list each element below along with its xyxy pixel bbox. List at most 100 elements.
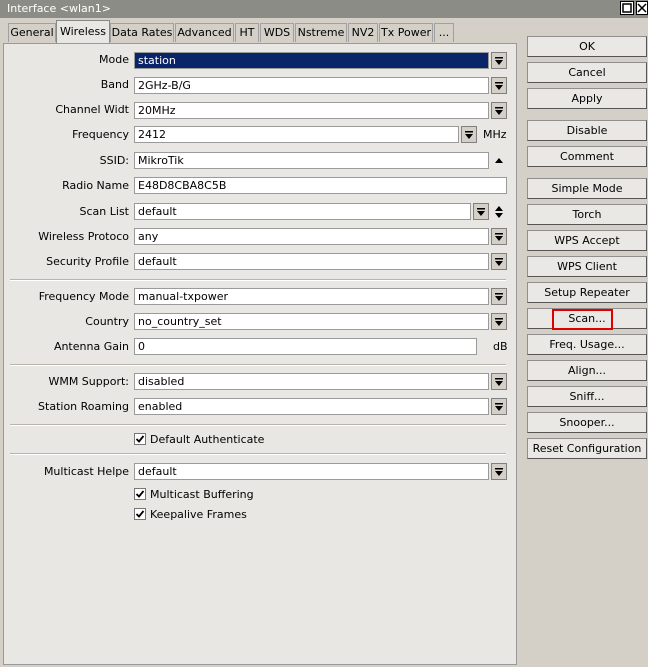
wps-accept-button[interactable]: WPS Accept bbox=[527, 230, 647, 251]
country-label: Country bbox=[85, 315, 129, 328]
dropdown-arrow-icon bbox=[495, 402, 503, 411]
mode-select[interactable]: station bbox=[134, 52, 489, 69]
tab-nstreme[interactable]: Nstreme bbox=[295, 23, 347, 42]
multicast-helper-dropdown-button[interactable] bbox=[491, 463, 507, 480]
dropdown-arrow-icon bbox=[495, 232, 503, 241]
multicast-helper-label: Multicast Helpe bbox=[43, 465, 129, 478]
freq-usage-button[interactable]: Freq. Usage... bbox=[527, 334, 647, 355]
frequency-mode-select[interactable]: manual-txpower bbox=[134, 288, 489, 305]
wmm-support-select[interactable]: disabled bbox=[134, 373, 489, 390]
ssid-input[interactable]: MikroTik bbox=[134, 152, 489, 169]
station-roaming-select[interactable]: enabled bbox=[134, 398, 489, 415]
frequency-label: Frequency bbox=[72, 128, 129, 141]
updown-arrows-icon bbox=[495, 205, 503, 218]
multicast-buffering-label: Multicast Buffering bbox=[150, 487, 254, 501]
band-label: Band bbox=[100, 78, 129, 91]
ssid-collapse-button[interactable] bbox=[493, 152, 505, 169]
station-roaming-dropdown-button[interactable] bbox=[491, 398, 507, 415]
separator bbox=[10, 424, 506, 426]
tab-wireless[interactable]: Wireless bbox=[56, 20, 110, 43]
country-dropdown-button[interactable] bbox=[491, 313, 507, 330]
scan-list-label: Scan List bbox=[79, 205, 129, 218]
mode-label: Mode bbox=[99, 53, 129, 66]
maximize-button[interactable] bbox=[620, 1, 634, 15]
tab-wds[interactable]: WDS bbox=[260, 23, 294, 42]
wireless-protocol-label: Wireless Protoco bbox=[38, 230, 129, 243]
scan-list-updown-button[interactable] bbox=[493, 203, 505, 220]
frequency-mode-label: Frequency Mode bbox=[38, 290, 129, 303]
country-select[interactable]: no_country_set bbox=[134, 313, 489, 330]
mode-dropdown-button[interactable] bbox=[491, 52, 507, 69]
ssid-label: SSID: bbox=[99, 154, 129, 167]
security-profile-select[interactable]: default bbox=[134, 253, 489, 270]
comment-button[interactable]: Comment bbox=[527, 146, 647, 167]
tab-nv2[interactable]: NV2 bbox=[348, 23, 378, 42]
checkbox-box[interactable] bbox=[134, 508, 146, 520]
torch-button[interactable]: Torch bbox=[527, 204, 647, 225]
scan-button[interactable]: Scan... bbox=[527, 308, 647, 329]
checkbox-box[interactable] bbox=[134, 488, 146, 500]
wmm-support-dropdown-button[interactable] bbox=[491, 373, 507, 390]
tab-more[interactable]: ... bbox=[434, 23, 454, 42]
multicast-helper-select[interactable]: default bbox=[134, 463, 489, 480]
tab-ht[interactable]: HT bbox=[235, 23, 259, 42]
tab-data-rates[interactable]: Data Rates bbox=[110, 23, 174, 42]
default-authenticate-checkbox[interactable]: Default Authenticate bbox=[134, 432, 264, 446]
sniff-button[interactable]: Sniff... bbox=[527, 386, 647, 407]
band-dropdown-button[interactable] bbox=[491, 77, 507, 94]
multicast-buffering-checkbox[interactable]: Multicast Buffering bbox=[134, 487, 254, 501]
keepalive-frames-label: Keepalive Frames bbox=[150, 507, 247, 521]
scan-list-dropdown-button[interactable] bbox=[473, 203, 489, 220]
dropdown-arrow-icon bbox=[495, 377, 503, 386]
checkmark-icon bbox=[135, 435, 145, 443]
default-authenticate-label: Default Authenticate bbox=[150, 432, 265, 446]
close-button[interactable] bbox=[636, 1, 648, 15]
disable-button[interactable]: Disable bbox=[527, 120, 647, 141]
dropdown-arrow-icon bbox=[495, 467, 503, 476]
caret-up-icon bbox=[495, 157, 503, 163]
frequency-unit: MHz bbox=[483, 128, 507, 141]
scan-list-select[interactable]: default bbox=[134, 203, 471, 220]
cancel-button[interactable]: Cancel bbox=[527, 62, 647, 83]
channel-width-dropdown-button[interactable] bbox=[491, 102, 507, 119]
dropdown-arrow-icon bbox=[495, 81, 503, 90]
keepalive-frames-checkbox[interactable]: Keepalive Frames bbox=[134, 507, 247, 521]
tab-tx-power[interactable]: Tx Power bbox=[379, 23, 433, 42]
tab-general[interactable]: General bbox=[8, 23, 56, 42]
antenna-gain-input[interactable]: 0 bbox=[134, 338, 477, 355]
security-profile-dropdown-button[interactable] bbox=[491, 253, 507, 270]
maximize-icon bbox=[622, 3, 632, 13]
snooper-button[interactable]: Snooper... bbox=[527, 412, 647, 433]
apply-button[interactable]: Apply bbox=[527, 88, 647, 109]
wireless-protocol-dropdown-button[interactable] bbox=[491, 228, 507, 245]
align-button[interactable]: Align... bbox=[527, 360, 647, 381]
checkmark-icon bbox=[135, 510, 145, 518]
dropdown-arrow-icon bbox=[465, 130, 473, 139]
antenna-gain-unit: dB bbox=[493, 340, 508, 353]
band-select[interactable]: 2GHz-B/G bbox=[134, 77, 489, 94]
radio-name-input[interactable]: E48D8CBA8C5B bbox=[134, 177, 507, 194]
frequency-mode-dropdown-button[interactable] bbox=[491, 288, 507, 305]
separator bbox=[10, 453, 506, 455]
checkmark-icon bbox=[135, 490, 145, 498]
frequency-dropdown-button[interactable] bbox=[461, 126, 477, 143]
separator bbox=[10, 364, 506, 366]
window-title: Interface <wlan1> bbox=[7, 2, 111, 15]
simple-mode-button[interactable]: Simple Mode bbox=[527, 178, 647, 199]
security-profile-label: Security Profile bbox=[46, 255, 129, 268]
dropdown-arrow-icon bbox=[495, 292, 503, 301]
separator bbox=[10, 279, 506, 281]
dropdown-arrow-icon bbox=[495, 317, 503, 326]
wireless-protocol-select[interactable]: any bbox=[134, 228, 489, 245]
tab-advanced[interactable]: Advanced bbox=[175, 23, 234, 42]
ok-button[interactable]: OK bbox=[527, 36, 647, 57]
setup-repeater-button[interactable]: Setup Repeater bbox=[527, 282, 647, 303]
checkbox-box[interactable] bbox=[134, 433, 146, 445]
reset-configuration-button[interactable]: Reset Configuration bbox=[527, 438, 647, 459]
dropdown-arrow-icon bbox=[477, 207, 485, 216]
channel-width-select[interactable]: 20MHz bbox=[134, 102, 489, 119]
channel-width-label: Channel Widt bbox=[55, 103, 129, 116]
frequency-select[interactable]: 2412 bbox=[134, 126, 459, 143]
wps-client-button[interactable]: WPS Client bbox=[527, 256, 647, 277]
dropdown-arrow-icon bbox=[495, 106, 503, 115]
